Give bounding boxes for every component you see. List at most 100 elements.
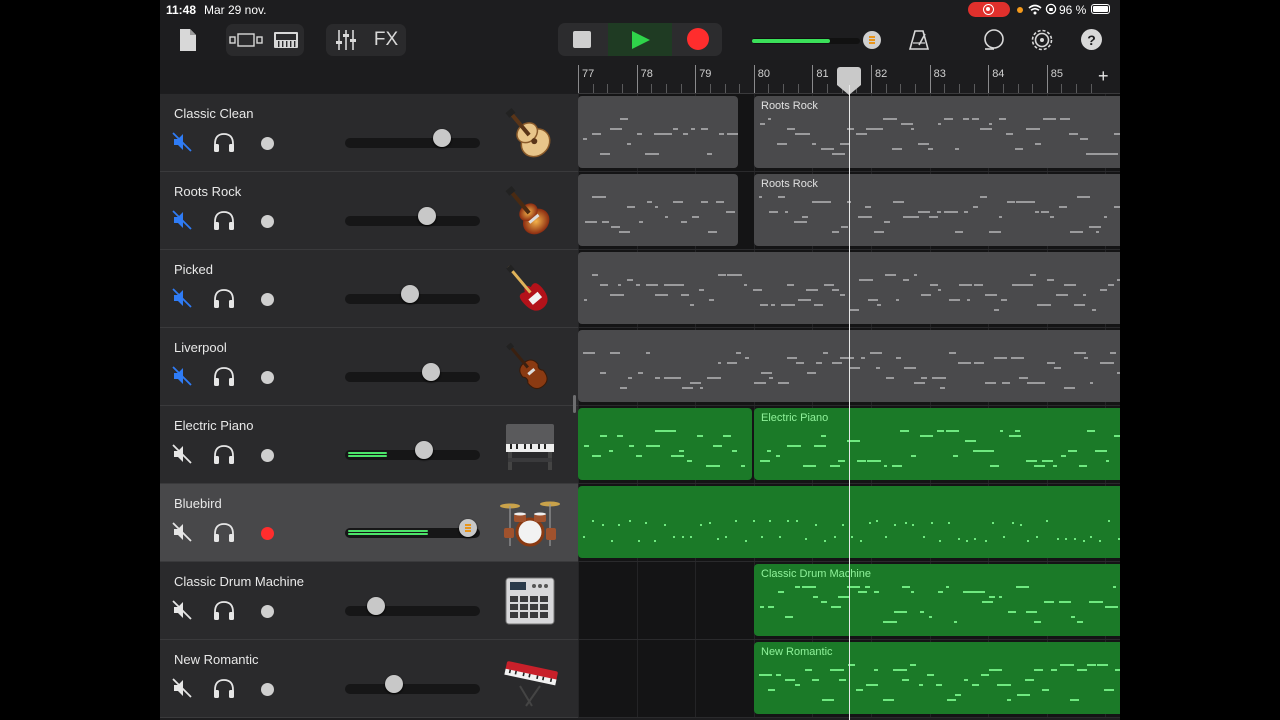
midi-note xyxy=(1090,536,1093,538)
track-volume-knob[interactable] xyxy=(421,363,440,381)
master-volume-knob[interactable] xyxy=(863,31,881,49)
keyboard-view-icon[interactable] xyxy=(268,24,304,56)
track-header-electric-piano[interactable]: Electric Piano xyxy=(160,406,578,484)
midi-note xyxy=(1103,689,1114,691)
track-volume-slider[interactable] xyxy=(345,684,480,694)
stop-button[interactable] xyxy=(558,23,606,56)
synth-keyboard-icon[interactable] xyxy=(498,648,562,710)
beat-tick xyxy=(973,84,975,93)
red-bass-guitar-icon[interactable] xyxy=(498,258,562,320)
drum-kit-icon[interactable] xyxy=(498,492,562,554)
mute-button[interactable] xyxy=(172,366,192,386)
drum-machine-icon[interactable] xyxy=(498,570,562,632)
bar-number: 84 xyxy=(992,68,1005,80)
region[interactable]: Electric Piano xyxy=(754,408,1120,480)
mute-button[interactable] xyxy=(172,288,192,308)
hollow-body-guitar-icon[interactable] xyxy=(498,102,562,164)
mixer-icon[interactable] xyxy=(328,24,364,56)
mute-button[interactable] xyxy=(172,678,192,698)
grid-line xyxy=(578,640,579,717)
solo-headphones-icon[interactable] xyxy=(212,210,236,232)
record-enable-button[interactable] xyxy=(261,449,274,462)
midi-note xyxy=(821,435,827,437)
electric-piano-icon[interactable] xyxy=(498,414,562,476)
mute-button[interactable] xyxy=(172,210,192,230)
sunburst-electric-guitar-icon[interactable] xyxy=(498,180,562,242)
region[interactable]: Classic Drum Machine xyxy=(754,564,1120,636)
metronome-icon[interactable] xyxy=(905,26,933,54)
region[interactable]: Roots Rock xyxy=(754,96,1120,168)
mute-button[interactable] xyxy=(172,132,192,152)
midi-note xyxy=(600,153,611,155)
fx-button[interactable]: FX xyxy=(366,24,406,56)
track-header-picked[interactable]: Picked xyxy=(160,250,578,328)
midi-note xyxy=(1088,226,1101,228)
midi-note xyxy=(718,133,724,135)
solo-headphones-icon[interactable] xyxy=(212,522,236,544)
bar-number: 79 xyxy=(699,68,712,80)
record-enable-button[interactable] xyxy=(261,137,274,150)
track-header-liverpool[interactable]: Liverpool xyxy=(160,328,578,406)
track-volume-knob[interactable] xyxy=(417,207,436,225)
record-enable-button[interactable] xyxy=(261,683,274,696)
track-volume-knob[interactable] xyxy=(415,441,434,459)
midi-note xyxy=(993,357,1007,359)
record-enable-button[interactable] xyxy=(261,293,274,306)
track-header-classic-drum-machine[interactable]: Classic Drum Machine xyxy=(160,562,578,640)
record-enable-button[interactable] xyxy=(261,527,274,540)
region[interactable] xyxy=(578,96,738,168)
document-icon[interactable] xyxy=(174,26,202,54)
track-header-bluebird[interactable]: Bluebird xyxy=(160,484,578,562)
playhead-handle[interactable] xyxy=(837,67,861,95)
midi-note xyxy=(584,299,588,301)
record-button[interactable] xyxy=(674,23,722,56)
track-volume-knob[interactable] xyxy=(400,285,419,303)
midi-note xyxy=(796,520,799,522)
solo-headphones-icon[interactable] xyxy=(212,600,236,622)
track-volume-slider[interactable] xyxy=(345,606,480,616)
solo-headphones-icon[interactable] xyxy=(212,288,236,310)
record-enable-button[interactable] xyxy=(261,605,274,618)
midi-note xyxy=(1015,430,1021,432)
solo-headphones-icon[interactable] xyxy=(212,132,236,154)
divider-handle[interactable] xyxy=(573,395,576,413)
add-section-button[interactable]: + xyxy=(1098,66,1109,87)
settings-icon[interactable] xyxy=(1028,26,1056,54)
play-button[interactable] xyxy=(608,23,672,56)
mute-button[interactable] xyxy=(172,444,192,464)
track-volume-slider[interactable] xyxy=(345,138,480,148)
bar-number: 83 xyxy=(933,68,946,80)
midi-note xyxy=(1099,362,1114,364)
midi-note xyxy=(584,445,590,447)
track-volume-knob[interactable] xyxy=(458,519,477,537)
track-header-new-romantic[interactable]: New Romantic xyxy=(160,640,578,718)
midi-note xyxy=(875,460,881,462)
midi-note xyxy=(629,520,632,522)
mute-button[interactable] xyxy=(172,522,192,542)
track-volume-slider[interactable] xyxy=(345,372,480,382)
region[interactable]: New Romantic xyxy=(754,642,1120,714)
region[interactable] xyxy=(578,408,752,480)
midi-note xyxy=(954,694,961,696)
violin-bass-icon[interactable] xyxy=(498,336,562,398)
track-volume-slider[interactable] xyxy=(345,216,480,226)
solo-headphones-icon[interactable] xyxy=(212,366,236,388)
track-header-roots-rock[interactable]: Roots Rock xyxy=(160,172,578,250)
solo-headphones-icon[interactable] xyxy=(212,444,236,466)
midi-note xyxy=(839,143,849,145)
track-volume-slider[interactable] xyxy=(345,450,480,460)
loop-browser-icon[interactable] xyxy=(980,26,1008,54)
mute-button[interactable] xyxy=(172,600,192,620)
record-enable-button[interactable] xyxy=(261,215,274,228)
help-icon[interactable]: ? xyxy=(1081,29,1102,50)
midi-note xyxy=(815,524,818,526)
record-enable-button[interactable] xyxy=(261,371,274,384)
track-view-icon[interactable] xyxy=(228,24,264,56)
midi-note xyxy=(937,123,941,125)
master-volume-slider[interactable] xyxy=(752,38,860,44)
track-header-classic-clean[interactable]: Classic Clean xyxy=(160,94,578,172)
solo-headphones-icon[interactable] xyxy=(212,678,236,700)
bar-tick xyxy=(929,65,931,93)
region[interactable]: Roots Rock xyxy=(754,174,1120,246)
region[interactable] xyxy=(578,174,738,246)
